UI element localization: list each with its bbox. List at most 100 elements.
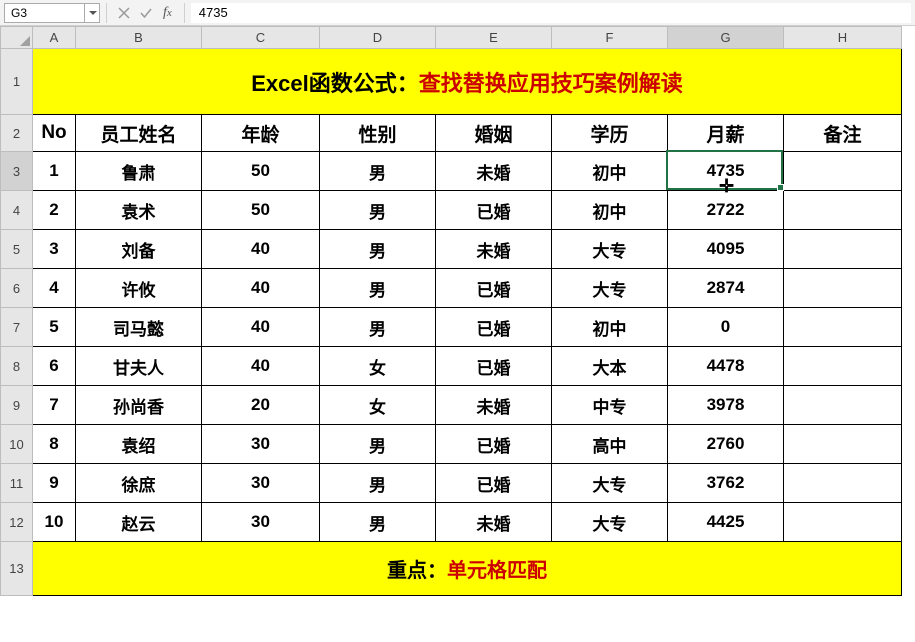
column-header-A[interactable]: A — [33, 27, 76, 49]
cell-G3[interactable]: 4735 — [668, 152, 784, 191]
cell-B3[interactable]: 鲁肃 — [76, 152, 202, 191]
formula-input[interactable]: 4735 — [191, 3, 911, 23]
cell-C7[interactable]: 40 — [202, 308, 320, 347]
cell-H4[interactable] — [784, 191, 902, 230]
name-box[interactable]: G3 — [4, 3, 100, 23]
cell-B4[interactable]: 袁术 — [76, 191, 202, 230]
cell-G10[interactable]: 2760 — [668, 425, 784, 464]
cell-C4[interactable]: 50 — [202, 191, 320, 230]
fx-icon[interactable]: fx — [163, 5, 172, 21]
row-header-6[interactable]: 6 — [1, 269, 33, 308]
title-cell[interactable]: Excel函数公式：查找替换应用技巧案例解读 — [33, 49, 902, 115]
cell-B7[interactable]: 司马懿 — [76, 308, 202, 347]
header-cell-C[interactable]: 年龄 — [202, 115, 320, 152]
row-header-1[interactable]: 1 — [1, 49, 33, 115]
cell-G6[interactable]: 2874 — [668, 269, 784, 308]
column-header-D[interactable]: D — [320, 27, 436, 49]
cell-C9[interactable]: 20 — [202, 386, 320, 425]
cell-G5[interactable]: 4095 — [668, 230, 784, 269]
cell-E8[interactable]: 已婚 — [436, 347, 552, 386]
cell-G8[interactable]: 4478 — [668, 347, 784, 386]
cell-D6[interactable]: 男 — [320, 269, 436, 308]
cell-B5[interactable]: 刘备 — [76, 230, 202, 269]
row-header-2[interactable]: 2 — [1, 115, 33, 152]
cell-B6[interactable]: 许攸 — [76, 269, 202, 308]
select-all-corner[interactable] — [1, 27, 33, 49]
cell-A7[interactable]: 5 — [33, 308, 76, 347]
confirm-edit-button[interactable] — [135, 3, 157, 23]
header-cell-A[interactable]: No — [33, 115, 76, 152]
cell-F8[interactable]: 大本 — [552, 347, 668, 386]
cell-H7[interactable] — [784, 308, 902, 347]
row-header-5[interactable]: 5 — [1, 230, 33, 269]
cell-E4[interactable]: 已婚 — [436, 191, 552, 230]
header-cell-D[interactable]: 性别 — [320, 115, 436, 152]
cell-E11[interactable]: 已婚 — [436, 464, 552, 503]
cell-H6[interactable] — [784, 269, 902, 308]
cell-A9[interactable]: 7 — [33, 386, 76, 425]
cell-B12[interactable]: 赵云 — [76, 503, 202, 542]
row-header-11[interactable]: 11 — [1, 464, 33, 503]
cell-F9[interactable]: 中专 — [552, 386, 668, 425]
cell-A4[interactable]: 2 — [33, 191, 76, 230]
row-header-12[interactable]: 12 — [1, 503, 33, 542]
header-cell-E[interactable]: 婚姻 — [436, 115, 552, 152]
cell-G11[interactable]: 3762 — [668, 464, 784, 503]
cell-A11[interactable]: 9 — [33, 464, 76, 503]
cell-C11[interactable]: 30 — [202, 464, 320, 503]
header-cell-G[interactable]: 月薪 — [668, 115, 784, 152]
cell-E6[interactable]: 已婚 — [436, 269, 552, 308]
cell-H5[interactable] — [784, 230, 902, 269]
cell-C6[interactable]: 40 — [202, 269, 320, 308]
cell-B11[interactable]: 徐庶 — [76, 464, 202, 503]
cell-F11[interactable]: 大专 — [552, 464, 668, 503]
cell-D11[interactable]: 男 — [320, 464, 436, 503]
cell-C5[interactable]: 40 — [202, 230, 320, 269]
cell-D9[interactable]: 女 — [320, 386, 436, 425]
cell-F10[interactable]: 高中 — [552, 425, 668, 464]
name-box-dropdown[interactable] — [84, 4, 98, 22]
cell-H3[interactable] — [784, 152, 902, 191]
row-header-13[interactable]: 13 — [1, 542, 33, 596]
cell-H10[interactable] — [784, 425, 902, 464]
cell-A10[interactable]: 8 — [33, 425, 76, 464]
cell-D10[interactable]: 男 — [320, 425, 436, 464]
cell-E10[interactable]: 已婚 — [436, 425, 552, 464]
column-header-H[interactable]: H — [784, 27, 902, 49]
row-header-9[interactable]: 9 — [1, 386, 33, 425]
column-header-C[interactable]: C — [202, 27, 320, 49]
row-header-4[interactable]: 4 — [1, 191, 33, 230]
column-header-F[interactable]: F — [552, 27, 668, 49]
row-header-8[interactable]: 8 — [1, 347, 33, 386]
cell-A6[interactable]: 4 — [33, 269, 76, 308]
cell-D12[interactable]: 男 — [320, 503, 436, 542]
cell-A8[interactable]: 6 — [33, 347, 76, 386]
column-header-B[interactable]: B — [76, 27, 202, 49]
cell-G7[interactable]: 0 — [668, 308, 784, 347]
cell-D8[interactable]: 女 — [320, 347, 436, 386]
cell-H12[interactable] — [784, 503, 902, 542]
row-header-3[interactable]: 3 — [1, 152, 33, 191]
cell-A3[interactable]: 1 — [33, 152, 76, 191]
header-cell-F[interactable]: 学历 — [552, 115, 668, 152]
cell-F7[interactable]: 初中 — [552, 308, 668, 347]
cell-B10[interactable]: 袁绍 — [76, 425, 202, 464]
cell-G4[interactable]: 2722 — [668, 191, 784, 230]
cell-A5[interactable]: 3 — [33, 230, 76, 269]
cell-F5[interactable]: 大专 — [552, 230, 668, 269]
column-header-G[interactable]: G — [668, 27, 784, 49]
cell-F3[interactable]: 初中 — [552, 152, 668, 191]
cell-E5[interactable]: 未婚 — [436, 230, 552, 269]
footer-cell[interactable]: 重点：单元格匹配 — [33, 542, 902, 596]
column-header-E[interactable]: E — [436, 27, 552, 49]
header-cell-B[interactable]: 员工姓名 — [76, 115, 202, 152]
cell-C8[interactable]: 40 — [202, 347, 320, 386]
cell-B9[interactable]: 孙尚香 — [76, 386, 202, 425]
cell-B8[interactable]: 甘夫人 — [76, 347, 202, 386]
cell-F6[interactable]: 大专 — [552, 269, 668, 308]
row-header-10[interactable]: 10 — [1, 425, 33, 464]
cell-H11[interactable] — [784, 464, 902, 503]
cell-D4[interactable]: 男 — [320, 191, 436, 230]
cell-D7[interactable]: 男 — [320, 308, 436, 347]
cell-D5[interactable]: 男 — [320, 230, 436, 269]
